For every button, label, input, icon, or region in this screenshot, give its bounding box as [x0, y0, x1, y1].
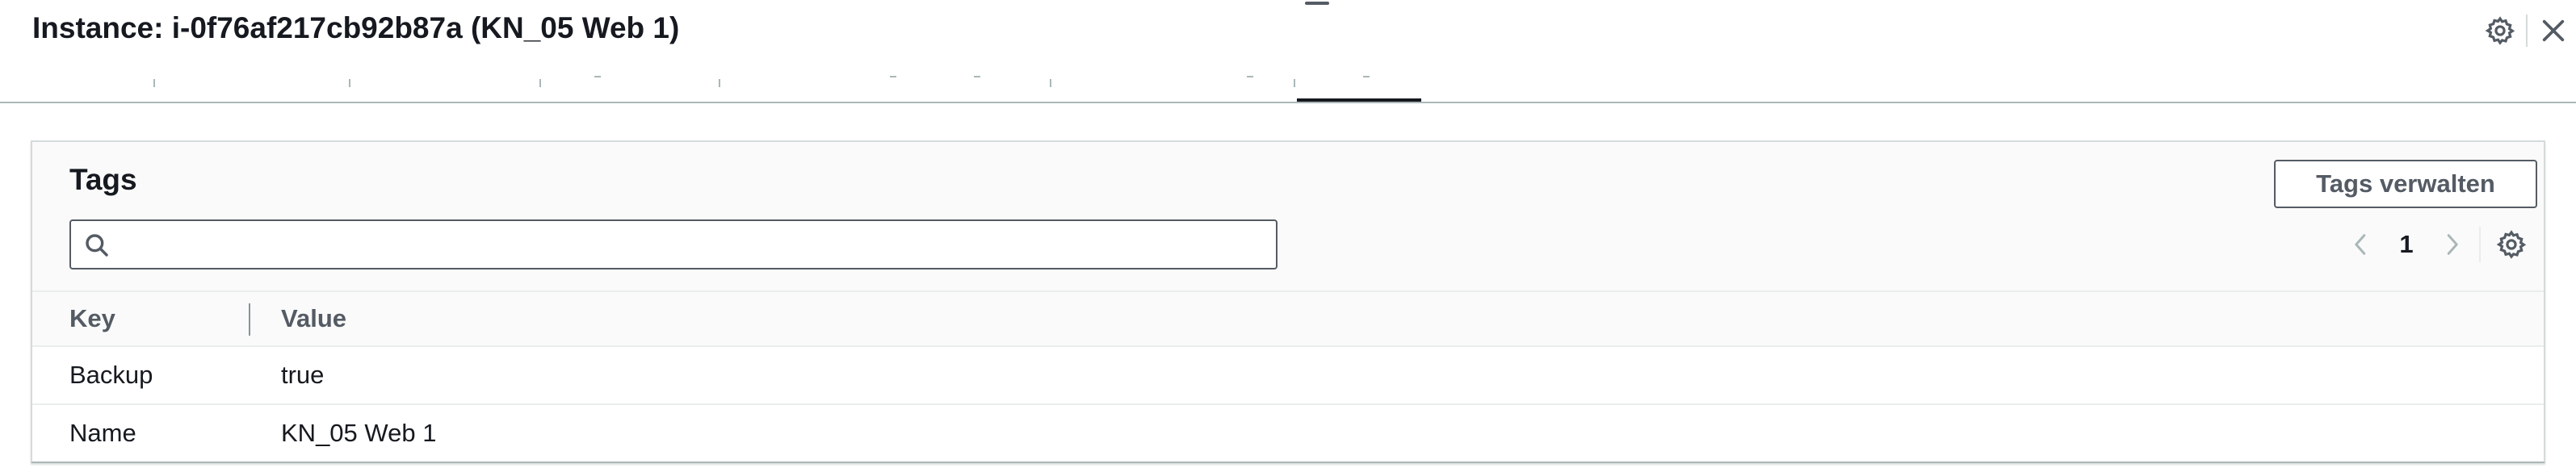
pagination-divider — [2479, 227, 2481, 262]
current-page-number[interactable]: 1 — [2384, 230, 2429, 259]
previous-page-button[interactable] — [2339, 222, 2384, 267]
tags-title: Tags — [69, 163, 137, 196]
tag-key: Backup — [69, 361, 153, 389]
tags-search[interactable] — [69, 219, 1278, 269]
tags-table: Key Value Backup true Name KN_05 Web 1 — [32, 292, 2544, 463]
table-header-row: Key Value — [32, 292, 2544, 347]
tabs-divider — [0, 102, 2576, 103]
next-page-button[interactable] — [2429, 222, 2474, 267]
tab-separator — [719, 79, 720, 87]
table-row: Name KN_05 Web 1 — [32, 405, 2544, 463]
settings-button[interactable] — [2477, 8, 2523, 53]
tag-value: KN_05 Web 1 — [281, 419, 437, 447]
column-resizer[interactable] — [249, 303, 250, 336]
tab-separator — [1050, 79, 1051, 87]
tab-partial-label[interactable] — [974, 76, 980, 77]
chevron-left-icon — [2355, 234, 2366, 255]
tags-header: Tags Tags verwalten 1 — [32, 142, 2544, 292]
tags-container: Tags Tags verwalten 1 Key Value Backup t… — [31, 140, 2545, 463]
header-divider — [2526, 15, 2528, 47]
pagination: 1 — [2339, 219, 2534, 269]
search-icon — [86, 234, 108, 257]
table-preferences-button[interactable] — [2489, 222, 2534, 267]
tab-separator — [349, 79, 350, 87]
tag-key: Name — [69, 419, 136, 447]
table-row: Backup true — [32, 347, 2544, 405]
tag-value: true — [281, 361, 325, 389]
column-header-key[interactable]: Key — [69, 292, 115, 345]
manage-tags-button[interactable]: Tags verwalten — [2274, 160, 2537, 208]
close-button[interactable] — [2531, 8, 2576, 53]
tab-partial-label[interactable] — [1247, 76, 1253, 77]
tab-separator — [1294, 79, 1295, 87]
tab-partial-label[interactable] — [890, 76, 896, 77]
settings-icon — [2496, 230, 2527, 259]
chevron-right-icon — [2447, 234, 2458, 255]
instance-details-panel: Instance: i-0f76af217cb92b87a (KN_05 Web… — [0, 0, 2576, 472]
tab-partial-label[interactable] — [594, 76, 601, 77]
resize-handle[interactable] — [1305, 2, 1329, 5]
header-actions — [2477, 8, 2576, 53]
tab-tags[interactable] — [1363, 76, 1370, 77]
tab-separator — [539, 79, 541, 87]
detail-tabs — [0, 65, 2576, 103]
settings-icon — [2485, 16, 2515, 45]
column-header-value[interactable]: Value — [281, 292, 346, 345]
close-icon — [2542, 19, 2565, 42]
tab-separator — [153, 79, 155, 87]
page-title: Instance: i-0f76af217cb92b87a (KN_05 Web… — [32, 11, 680, 44]
search-input[interactable] — [123, 221, 1273, 269]
